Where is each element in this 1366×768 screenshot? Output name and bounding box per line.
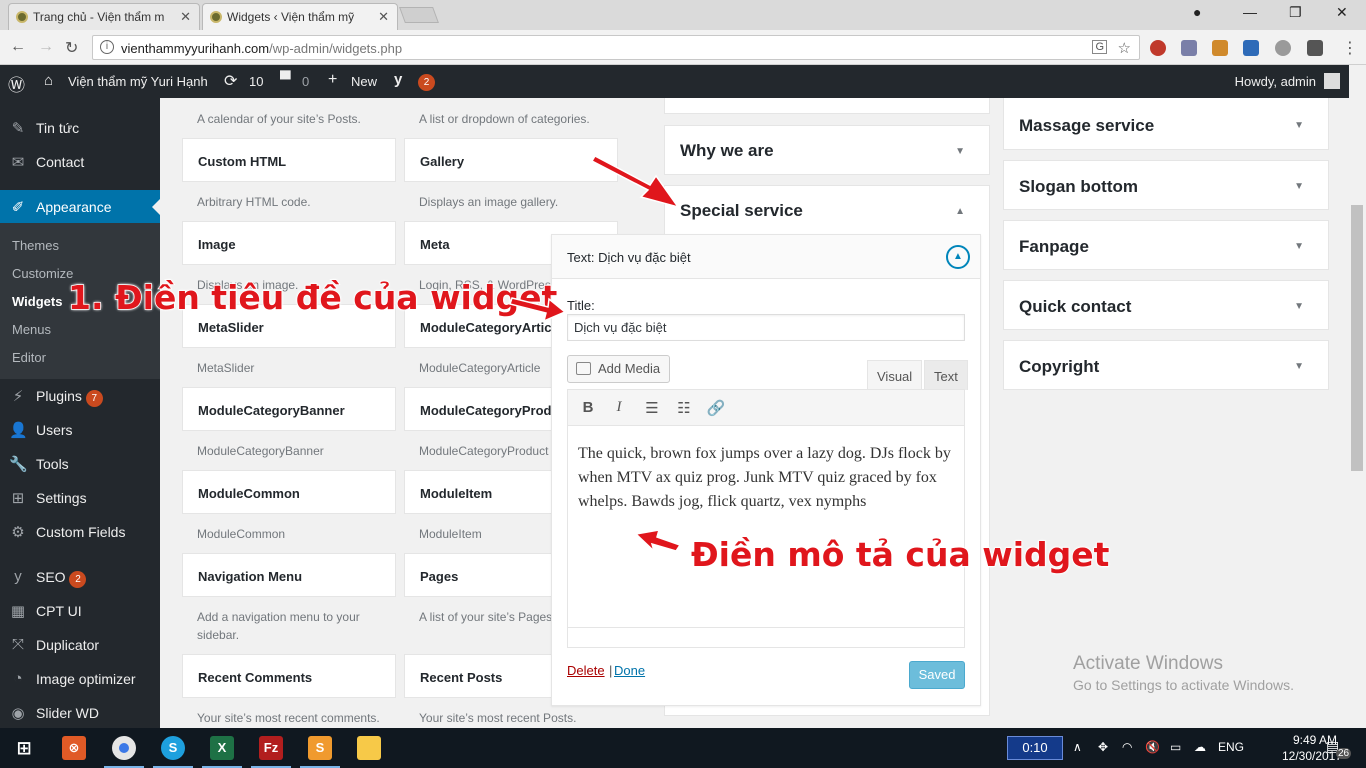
arrow-to-special-service [590,155,680,209]
page-scrollbar[interactable] [1349,65,1366,728]
scrollbar-thumb[interactable] [1351,205,1363,471]
language-indicator[interactable]: ENG [1218,740,1244,754]
arrow-to-title-field [509,297,567,323]
skype-icon[interactable]: S [153,736,193,768]
excel-icon[interactable]: X [202,736,242,768]
activate-windows-title: Activate Windows [1073,653,1223,674]
notification-count: 26 [1336,748,1352,759]
volume-icon[interactable]: 🔇 [1145,740,1160,754]
battery-icon[interactable]: ▭ [1170,740,1181,754]
xampp-icon[interactable]: ⊗ [62,736,86,760]
arrow-to-content [634,529,682,554]
windows-start-icon[interactable]: ⊞ [12,736,36,760]
filezilla-icon[interactable]: Fz [251,736,291,768]
recording-timer[interactable]: 0:10 [1007,736,1063,760]
activate-windows-subtitle: Go to Settings to activate Windows. [1073,677,1294,693]
chevron-up-icon[interactable]: ∧ [1073,740,1082,754]
chrome-icon[interactable] [104,736,144,768]
file-explorer-icon[interactable] [357,736,381,760]
dropbox-icon[interactable]: ✥ [1098,740,1108,754]
onedrive-icon[interactable]: ☁ [1194,740,1206,754]
sublime-text-icon[interactable]: S [300,736,340,768]
wifi-icon[interactable]: ◠ [1122,740,1132,754]
windows-taskbar: ⊞ ⊗ S X Fz S 0:10 ∧ ✥ ◠ 🔇 ▭ ☁ ENG 9:49 A… [0,728,1366,768]
